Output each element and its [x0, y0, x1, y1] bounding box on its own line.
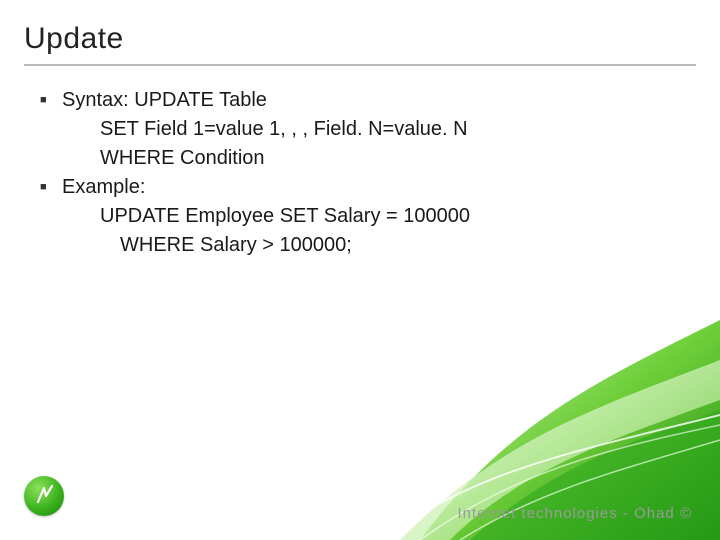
- bullet-item: ■ Syntax: UPDATE Table: [40, 86, 680, 115]
- slide-content: ■ Syntax: UPDATE Table SET Field 1=value…: [40, 86, 680, 260]
- logo-icon: [24, 476, 64, 516]
- bullet-marker-icon: ■: [40, 86, 62, 114]
- footer-text: Internet technologies - Ohad ©: [457, 505, 692, 522]
- bullet-subtext: WHERE Salary > 100000;: [120, 231, 680, 260]
- bullet-subtext: SET Field 1=value 1, , , Field. N=value.…: [100, 115, 680, 144]
- bullet-marker-icon: ■: [40, 173, 62, 201]
- decorative-swoosh: [360, 240, 720, 540]
- bullet-item: ■ Example:: [40, 173, 680, 202]
- bullet-subtext: WHERE Condition: [100, 144, 680, 173]
- title-underline: [24, 64, 696, 66]
- slide: Update ■ Syntax: UPDATE Table SET Field …: [0, 0, 720, 540]
- bullet-text: Example:: [62, 173, 145, 202]
- bullet-subtext: UPDATE Employee SET Salary = 100000: [100, 202, 680, 231]
- bullet-text: Syntax: UPDATE Table: [62, 86, 267, 115]
- slide-title: Update: [24, 22, 124, 56]
